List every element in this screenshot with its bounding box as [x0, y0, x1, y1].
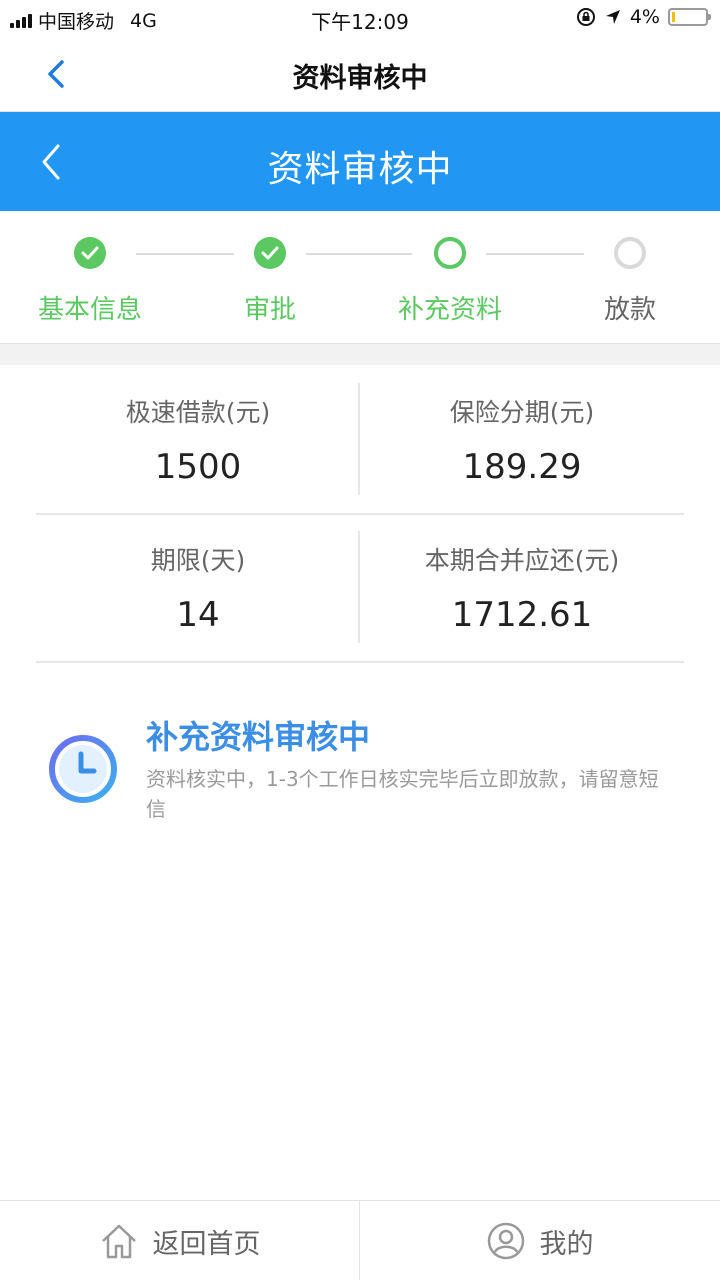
step-connector [486, 253, 584, 255]
progress-steps: 基本信息 审批 补充资料 放款 [0, 211, 720, 343]
section-divider [0, 343, 720, 365]
step-label: 审批 [243, 295, 296, 325]
column-divider [358, 383, 360, 495]
battery-icon [668, 8, 711, 26]
repayment-cell: 本期合并应还(元) 1712.61 [360, 541, 684, 635]
blue-header: 资料审核中 [0, 112, 720, 211]
rotation-lock-icon [576, 8, 595, 26]
check-circle-icon [74, 237, 106, 269]
term-label: 期限(天) [150, 546, 246, 575]
loan-amount-label: 极速借款(元) [125, 398, 271, 427]
battery-percent: 4% [629, 6, 660, 28]
status-right: 4% [576, 6, 711, 28]
page-title: 资料审核中 [292, 63, 428, 94]
loan-amount-cell: 极速借款(元) 1500 [36, 393, 360, 487]
step-label: 基本信息 [37, 295, 142, 325]
review-notice: 补充资料审核中 资料核实中，1-3个工作日核实完毕后立即放款，请留意短信 [0, 712, 720, 832]
notice-title: 补充资料审核中 [146, 718, 371, 756]
row-divider [36, 661, 684, 663]
insurance-value: 189.29 [462, 447, 582, 487]
pending-step-ring-icon [614, 237, 646, 269]
home-tab-label: 返回首页 [152, 1228, 261, 1260]
step-label: 补充资料 [397, 295, 502, 325]
location-icon [605, 10, 620, 24]
current-step-ring-icon [434, 237, 466, 269]
mine-tab-button[interactable]: 我的 [360, 1201, 719, 1280]
step-connector [136, 253, 234, 255]
step-connector [306, 253, 412, 255]
column-divider [358, 531, 360, 643]
term-value: 14 [176, 595, 220, 635]
page: 中国移动 4G 下午12:09 4% 资料审核中 资料审核中 基本信息 审批 补… [0, 0, 720, 1280]
repayment-label: 本期合并应还(元) [424, 546, 620, 575]
check-circle-icon [254, 237, 286, 269]
notice-description: 资料核实中，1-3个工作日核实完毕后立即放款，请留意短信 [146, 767, 659, 821]
term-cell: 期限(天) 14 [36, 541, 360, 635]
insurance-cell: 保险分期(元) 189.29 [360, 393, 684, 487]
step-label: 放款 [603, 295, 656, 325]
status-bar: 中国移动 4G 下午12:09 4% [0, 0, 720, 36]
header-title: 资料审核中 [267, 149, 453, 190]
home-icon [101, 1224, 136, 1259]
user-profile-icon [487, 1222, 524, 1260]
home-tab-button[interactable]: 返回首页 [0, 1201, 359, 1280]
insurance-label: 保险分期(元) [449, 398, 595, 427]
row-divider [36, 513, 684, 515]
mine-tab-label: 我的 [539, 1228, 594, 1260]
bottom-tab-bar: 返回首页 我的 [0, 1200, 720, 1280]
loan-amount-value: 1500 [154, 447, 242, 487]
repayment-value: 1712.61 [451, 595, 593, 635]
top-nav-bar: 资料审核中 [0, 36, 720, 112]
clock-icon [49, 735, 117, 803]
